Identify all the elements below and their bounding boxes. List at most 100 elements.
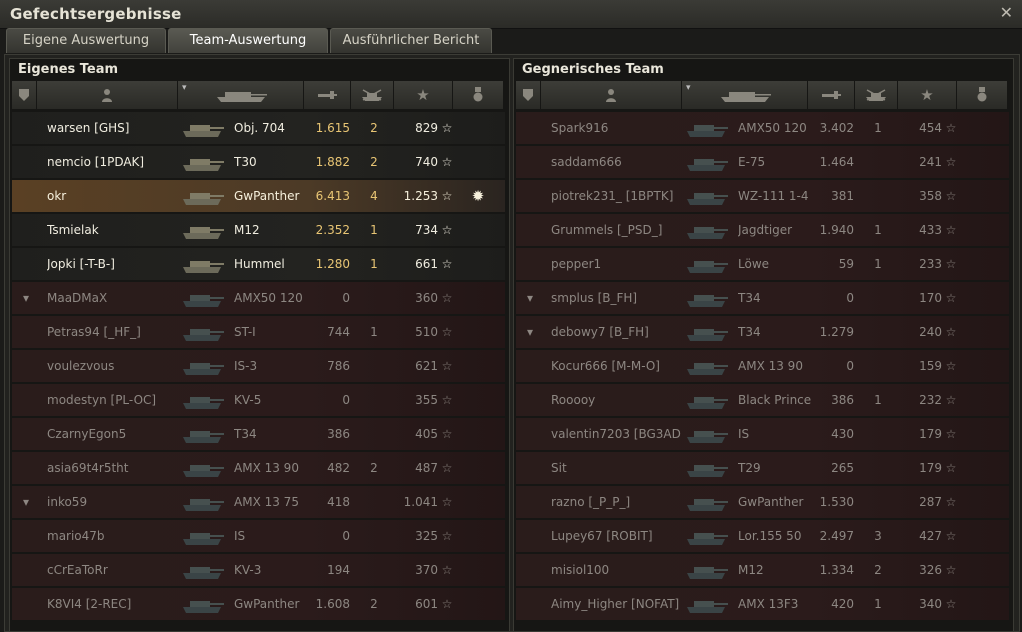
player-row[interactable]: Petras94 [_HF_] ST-I 744 1 510 ☆ — [12, 316, 505, 348]
xp-column-icon[interactable]: ★ — [394, 81, 452, 109]
player-row[interactable]: Spark916 AMX50 120 3.402 1 454 ☆ — [516, 112, 1009, 144]
tank-icon — [180, 522, 230, 550]
tank-column-icon[interactable]: ▾ — [682, 81, 807, 109]
kills-value — [362, 554, 386, 586]
star-icon: ☆ — [945, 563, 957, 577]
kills-value — [362, 350, 386, 382]
player-row[interactable]: cCrEaToRr KV-3 194 370 ☆ — [12, 554, 505, 586]
medal-icon — [971, 588, 993, 620]
damage-value: 381 — [831, 189, 854, 203]
medal-column-icon[interactable] — [957, 81, 1007, 109]
player-name: Spark916 — [551, 121, 609, 135]
player-row[interactable]: okr GwPanther 6.413 4 1.253 ☆ ✹ — [12, 180, 505, 212]
rank-badge-icon: ▾ — [526, 291, 534, 305]
damage-value: 482 — [327, 461, 350, 475]
player-name: Grummels [_PSD_] — [551, 223, 663, 237]
player-row[interactable]: modestyn [PL-OC] KV-5 0 355 ☆ — [12, 384, 505, 416]
player-row[interactable]: Rooooy Black Prince 386 1 232 ☆ — [516, 384, 1009, 416]
damage-value: 59 — [838, 257, 854, 271]
rank-badge-icon — [15, 316, 37, 348]
player-row[interactable]: saddam666 E-75 1.464 241 ☆ — [516, 146, 1009, 178]
tab-eigene-auswertung[interactable]: Eigene Auswertung — [6, 28, 166, 53]
player-row[interactable]: ▾ debowy7 [B_FH] T34 1.279 240 ☆ — [516, 316, 1009, 348]
rank-badge-icon: ▾ — [22, 495, 30, 509]
kills-value — [362, 418, 386, 450]
player-row[interactable]: valentin7203 [BG3AD] IS 430 179 ☆ — [516, 418, 1009, 450]
xp-value: 601 — [415, 597, 438, 611]
kills-value: 1 — [874, 121, 882, 135]
star-icon: ☆ — [441, 155, 453, 169]
xp-column-icon[interactable]: ★ — [898, 81, 956, 109]
player-column-icon[interactable] — [541, 81, 681, 109]
xp-value: 159 — [919, 359, 942, 373]
player-row[interactable]: K8VI4 [2-REC] GwPanther 1.608 2 601 ☆ — [12, 588, 505, 620]
damage-value: 386 — [831, 393, 854, 407]
star-icon: ☆ — [945, 257, 957, 271]
player-name: CzarnyEgon5 — [47, 427, 127, 441]
player-column-icon[interactable] — [37, 81, 177, 109]
player-name: okr — [47, 189, 67, 203]
player-row[interactable]: piotrek231_ [1BPTK] WZ-111 1-4 381 358 ☆ — [516, 180, 1009, 212]
close-icon[interactable]: ✕ — [1000, 3, 1013, 22]
star-icon: ☆ — [441, 223, 453, 237]
player-row[interactable]: Grummels [_PSD_] Jagdtiger 1.940 1 433 ☆ — [516, 214, 1009, 246]
rank-badge-icon — [15, 520, 37, 552]
player-row[interactable]: ▾ smplus [B_FH] T34 0 170 ☆ — [516, 282, 1009, 314]
damage-column-icon[interactable] — [304, 81, 350, 109]
player-row[interactable]: pepper1 Löwe 59 1 233 ☆ — [516, 248, 1009, 280]
star-icon: ☆ — [441, 189, 453, 203]
kills-column-icon[interactable] — [855, 81, 897, 109]
player-row[interactable]: ▾ inko59 AMX 13 75 418 1.041 ☆ — [12, 486, 505, 518]
tank-icon — [180, 250, 230, 278]
player-row[interactable]: CzarnyEgon5 T34 386 405 ☆ — [12, 418, 505, 450]
medal-icon — [467, 112, 489, 144]
player-row[interactable]: misiol100 M12 1.334 2 326 ☆ — [516, 554, 1009, 586]
xp-value: 326 — [919, 563, 942, 577]
player-row[interactable]: razno [_P_P_] GwPanther 1.530 287 ☆ — [516, 486, 1009, 518]
star-icon: ☆ — [945, 461, 957, 475]
damage-column-icon[interactable] — [808, 81, 854, 109]
player-row[interactable]: Lupey67 [ROBIT] Lor.155 50 2.497 3 427 ☆ — [516, 520, 1009, 552]
xp-value: 621 — [415, 359, 438, 373]
player-row[interactable]: mario47b IS 0 325 ☆ — [12, 520, 505, 552]
rank-column-icon[interactable] — [516, 81, 540, 109]
star-icon: ☆ — [441, 461, 453, 475]
xp-value: 340 — [919, 597, 942, 611]
player-row[interactable]: Aimy_Higher [NOFAT] AMX 13F3 420 1 340 ☆ — [516, 588, 1009, 620]
player-row[interactable]: warsen [GHS] Obj. 704 1.615 2 829 ☆ — [12, 112, 505, 144]
player-name: warsen [GHS] — [47, 121, 130, 135]
player-row[interactable]: Kocur666 [M-M-O] AMX 13 90 0 159 ☆ — [516, 350, 1009, 382]
xp-value: 1.041 — [403, 495, 438, 509]
medal-column-icon[interactable] — [453, 81, 503, 109]
rank-badge-icon — [15, 554, 37, 586]
damage-value: 744 — [327, 325, 350, 339]
xp-value: 179 — [919, 427, 942, 441]
medal-icon — [467, 146, 489, 178]
tab-team-auswertung[interactable]: Team-Auswertung — [168, 28, 328, 53]
player-row[interactable]: asia69t4r5tht AMX 13 90 482 2 487 ☆ — [12, 452, 505, 484]
player-row[interactable]: Sit T29 265 179 ☆ — [516, 452, 1009, 484]
tank-icon — [684, 216, 734, 244]
medal-icon — [467, 214, 489, 246]
tank-column-icon[interactable]: ▾ — [178, 81, 303, 109]
player-row[interactable]: Jopki [-T-B-] Hummel 1.280 1 661 ☆ — [12, 248, 505, 280]
xp-value: 829 — [415, 121, 438, 135]
player-row[interactable]: ▾ MaaDMaX AMX50 120 0 360 ☆ — [12, 282, 505, 314]
xp-value: 454 — [919, 121, 942, 135]
sort-chevron-icon: ▾ — [182, 83, 187, 93]
kills-column-icon[interactable] — [351, 81, 393, 109]
damage-value: 1.615 — [315, 121, 350, 135]
player-row[interactable]: nemcio [1PDAK] T30 1.882 2 740 ☆ — [12, 146, 505, 178]
star-icon: ☆ — [441, 495, 453, 509]
tab-bar: Eigene Auswertung Team-Auswertung Ausfüh… — [4, 28, 1018, 54]
rank-column-icon[interactable] — [12, 81, 36, 109]
tab-ausfuehrlicher-bericht[interactable]: Ausführlicher Bericht — [330, 28, 492, 53]
tank-icon — [684, 386, 734, 414]
damage-value: 420 — [831, 597, 854, 611]
player-row[interactable]: voulezvous IS-3 786 621 ☆ — [12, 350, 505, 382]
player-row[interactable]: Tsmielak M12 2.352 1 734 ☆ — [12, 214, 505, 246]
window-title: Gefechtsergebnisse — [10, 5, 182, 23]
xp-value: 287 — [919, 495, 942, 509]
tank-icon — [180, 352, 230, 380]
tank-icon — [180, 454, 230, 482]
